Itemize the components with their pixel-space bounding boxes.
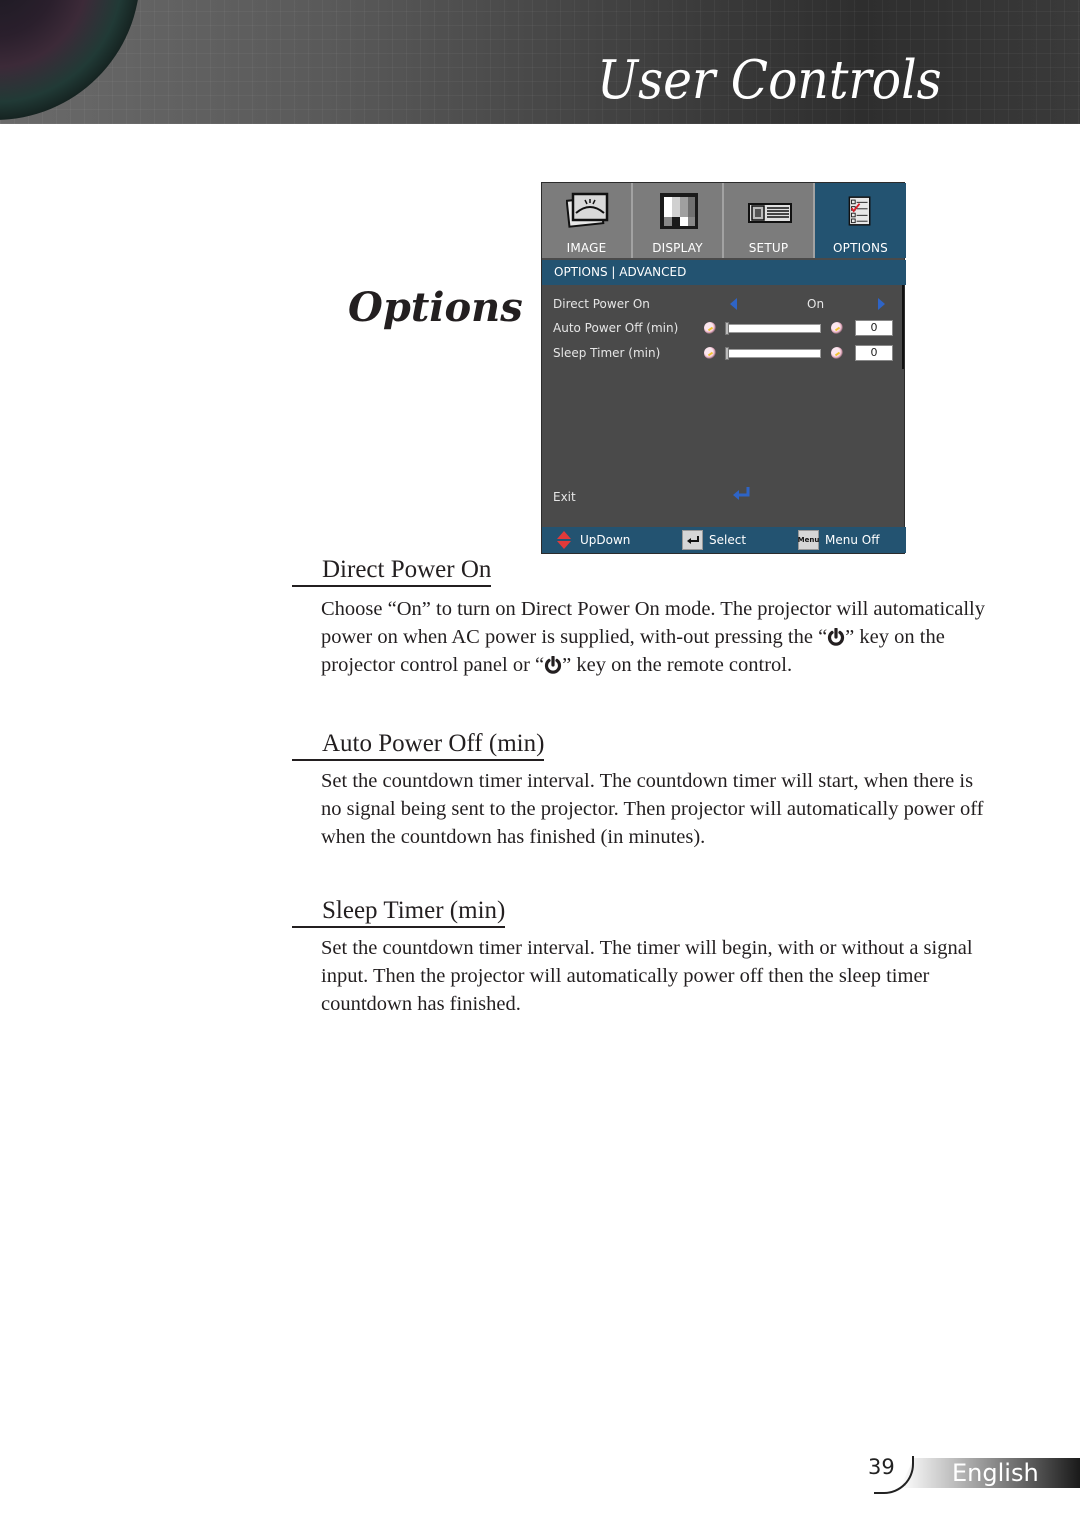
osd-row-direct-power-on-label[interactable]: Direct Power On — [553, 297, 650, 311]
tab-display[interactable]: DISPLAY — [633, 183, 724, 258]
slider-thumb[interactable] — [725, 347, 729, 360]
lens-graphic — [0, 0, 140, 120]
power-icon — [828, 628, 845, 646]
arrow-right-icon[interactable] — [878, 298, 885, 310]
dial-min-icon — [704, 347, 716, 359]
osd-body: Direct Power On On Auto Power Off (min) … — [542, 285, 906, 525]
enter-arrow-icon — [733, 487, 750, 500]
tab-setup[interactable]: SETUP — [724, 183, 815, 258]
select-hint: Select — [682, 527, 746, 553]
paragraph-direct-power-on: Choose “On” to turn on Direct Power On m… — [321, 595, 991, 679]
osd-scrollbar — [902, 285, 904, 369]
osd-breadcrumb: OPTIONS | ADVANCED — [542, 260, 906, 285]
select-label: Select — [709, 533, 747, 547]
checklist-icon — [848, 196, 871, 226]
tab-label: DISPLAY — [652, 241, 703, 255]
menu-off-label: Menu Off — [825, 533, 880, 547]
tab-label: SETUP — [748, 241, 789, 255]
arrow-left-icon[interactable] — [730, 298, 737, 310]
slider-thumb[interactable] — [725, 322, 729, 335]
paragraph-sleep-timer: Set the countdown timer interval. The ti… — [321, 937, 973, 1015]
projector-icon — [748, 203, 792, 223]
display-icon — [660, 193, 698, 229]
sleep-timer-value[interactable]: 0 — [855, 345, 893, 361]
heading-direct-power-on: Direct Power On — [292, 555, 492, 587]
updown-hint: UpDown — [556, 527, 630, 553]
power-icon — [545, 656, 562, 674]
tab-image[interactable]: IMAGE — [542, 183, 633, 258]
page-number: 39 — [868, 1455, 895, 1479]
tab-label: OPTIONS — [833, 241, 888, 255]
updown-arrows-icon — [557, 531, 571, 549]
chapter-title: User Controls — [597, 50, 942, 111]
osd-tab-bar: IMAGE DISPLAY SETUP OPTIONS — [542, 183, 906, 258]
osd-row-sleep-timer-label[interactable]: Sleep Timer (min) — [553, 346, 660, 360]
heading-auto-power-off: Auto Power Off (min) — [292, 729, 545, 761]
menu-off-hint: Menu Menu Off — [798, 527, 879, 553]
osd-row-auto-power-off-label[interactable]: Auto Power Off (min) — [553, 321, 678, 335]
menu-key-icon: Menu — [798, 530, 819, 550]
updown-label: UpDown — [580, 533, 631, 547]
osd-footer: UpDown Select Menu Menu Off — [542, 527, 906, 553]
auto-power-off-slider[interactable] — [725, 322, 821, 335]
auto-power-off-value[interactable]: 0 — [855, 320, 893, 336]
enter-key-icon — [682, 530, 703, 550]
dial-max-icon — [831, 322, 843, 334]
tab-label: IMAGE — [566, 241, 607, 255]
direct-power-on-value: On — [807, 297, 825, 311]
image-icon — [566, 192, 609, 228]
dial-min-icon — [704, 322, 716, 334]
sleep-timer-slider[interactable] — [725, 347, 821, 360]
osd-exit-item[interactable]: Exit — [553, 490, 576, 504]
heading-sleep-timer: Sleep Timer (min) — [292, 896, 506, 928]
paragraph-auto-power-off: Set the countdown timer interval. The co… — [321, 770, 984, 848]
paragraph-text: ” key on the remote control. — [562, 654, 793, 676]
header-banner: User Controls — [0, 0, 1080, 124]
tab-options[interactable]: OPTIONS — [815, 183, 906, 258]
dial-max-icon — [831, 347, 843, 359]
section-title: Options — [348, 284, 523, 331]
language-label: English — [952, 1459, 1039, 1487]
osd-menu: IMAGE DISPLAY SETUP OPTIONS OPTIONS | AD… — [541, 182, 906, 554]
